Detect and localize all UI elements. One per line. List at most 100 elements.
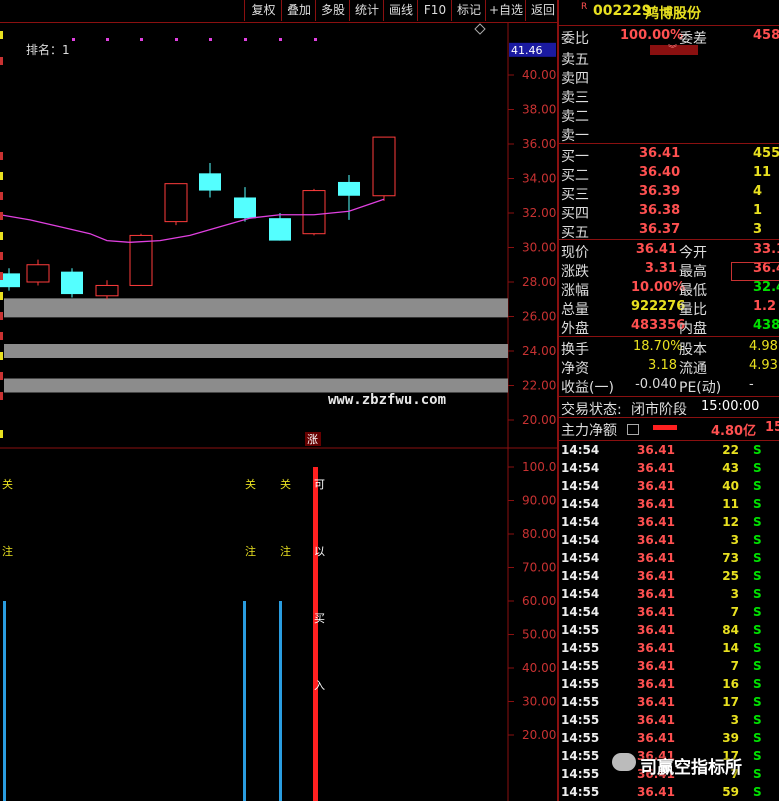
indicator-bar bbox=[243, 601, 246, 801]
candle-body bbox=[26, 264, 50, 283]
trade-row: 14:54 36.41 11 S bbox=[559, 495, 779, 513]
trade-row: 14:55 36.41 84 S bbox=[559, 621, 779, 639]
trade-price: 36.41 bbox=[637, 605, 675, 619]
trade-row: 14:55 36.41 7 S bbox=[559, 657, 779, 675]
candle-body bbox=[234, 197, 256, 219]
stock-header: R 002229 鸿博股份 bbox=[559, 2, 779, 22]
signal-bottom: 注 bbox=[245, 544, 256, 558]
signal-dot bbox=[140, 38, 143, 41]
trade-status-value: 闭市阶段 bbox=[631, 402, 687, 418]
trade-time: 14:54 bbox=[561, 461, 600, 475]
trade-side: S bbox=[753, 461, 762, 475]
quote-value: 36.41 bbox=[635, 242, 677, 257]
buy-price: 36.41 bbox=[639, 146, 681, 161]
weicha-value: 4582 bbox=[753, 28, 779, 43]
signal-dot bbox=[106, 38, 109, 41]
toolbar-button-7[interactable]: +自选 bbox=[485, 0, 526, 21]
trade-row: 14:54 36.41 12 S bbox=[559, 513, 779, 531]
trade-row: 14:55 36.41 3 S bbox=[559, 711, 779, 729]
trade-row: 14:54 36.41 7 S bbox=[559, 603, 779, 621]
candle-body bbox=[129, 234, 153, 286]
quote-value: 10.00% bbox=[631, 280, 686, 295]
signal-dot bbox=[279, 38, 282, 41]
buy-price: 36.38 bbox=[639, 203, 681, 218]
buy-row: 买五 36.37 3 bbox=[559, 221, 779, 241]
quote-value: 43892 bbox=[753, 318, 779, 333]
trade-price: 36.41 bbox=[637, 587, 675, 601]
chart-toolbar: 复权 叠加 多股 统计 画线 F10 标记 +自选 返回 bbox=[0, 0, 558, 23]
indicator-bar bbox=[3, 601, 6, 801]
signal-bottom: 注 bbox=[2, 544, 13, 558]
indicator-axis-label: 50.00 bbox=[522, 628, 556, 642]
edge-mark bbox=[0, 192, 3, 200]
toolbar-button-6[interactable]: 标记 bbox=[451, 0, 486, 21]
toolbar-button-1[interactable]: 叠加 bbox=[281, 0, 316, 21]
trade-price: 36.41 bbox=[637, 695, 675, 709]
price-axis-label: 28.00 bbox=[522, 275, 556, 289]
trade-status-label: 交易状态: bbox=[561, 402, 622, 418]
signal-dot bbox=[72, 38, 75, 41]
trade-side: S bbox=[753, 659, 762, 673]
trade-side: S bbox=[753, 605, 762, 619]
quote-label: 现价 bbox=[561, 245, 589, 261]
trade-row: 14:55 36.41 16 S bbox=[559, 675, 779, 693]
toolbar-button-0[interactable]: 复权 bbox=[244, 0, 282, 21]
trade-time: 14:55 bbox=[561, 767, 600, 781]
price-axis-label: 24.00 bbox=[522, 344, 556, 358]
trade-row: 14:55 36.41 14 S bbox=[559, 639, 779, 657]
candle-body bbox=[269, 218, 291, 241]
edge-mark bbox=[0, 57, 3, 65]
stats-label: 换手 bbox=[561, 342, 589, 358]
trade-side: S bbox=[753, 443, 762, 457]
trade-time: 14:55 bbox=[561, 659, 600, 673]
price-tag: 41.46 bbox=[511, 44, 543, 57]
candle-body bbox=[199, 173, 221, 191]
edge-mark bbox=[0, 272, 3, 280]
price-axis-label: 40.00 bbox=[522, 68, 556, 82]
trade-side: S bbox=[753, 623, 762, 637]
quote-label: 涨幅 bbox=[561, 283, 589, 299]
edge-mark bbox=[0, 312, 3, 320]
trade-volume: 3 bbox=[730, 587, 739, 601]
trade-price: 36.41 bbox=[637, 515, 675, 529]
trade-time: 14:55 bbox=[561, 785, 600, 799]
weibi-label: 委比 bbox=[561, 31, 589, 47]
divider bbox=[559, 396, 779, 397]
stats-label: 流通 bbox=[679, 361, 707, 377]
chart-area: 40.00 38.00 36.00 34.00 32.00 30.00 28.00 26.00… bbox=[0, 22, 558, 801]
trade-side: S bbox=[753, 749, 762, 763]
trade-volume: 39 bbox=[722, 731, 739, 745]
indicator-axis-label: 30.00 bbox=[522, 695, 556, 709]
divider bbox=[559, 239, 779, 240]
weibi-value: 100.00% bbox=[620, 28, 684, 43]
toolbar-button-4[interactable]: 画线 bbox=[383, 0, 418, 21]
toolbar-button-8[interactable]: 返回 bbox=[525, 0, 560, 21]
buy-signal-char: 入 bbox=[314, 679, 325, 692]
toolbar-button-5[interactable]: F10 bbox=[417, 0, 452, 21]
toolbar-button-3[interactable]: 统计 bbox=[349, 0, 384, 21]
trade-time: 14:54 bbox=[561, 551, 600, 565]
divider bbox=[559, 143, 779, 144]
gray-band bbox=[4, 378, 508, 393]
edge-mark bbox=[0, 292, 3, 300]
sell-row: 卖五 bbox=[559, 48, 779, 68]
quote-value: 483356 bbox=[631, 318, 686, 333]
trade-time: 14:55 bbox=[561, 641, 600, 655]
trade-volume: 11 bbox=[722, 497, 739, 511]
buy-volume: 4 bbox=[753, 184, 763, 199]
signal-dot bbox=[314, 38, 317, 41]
signal-dot bbox=[244, 38, 247, 41]
trade-time: 14:54 bbox=[561, 479, 600, 493]
price-axis-label: 30.00 bbox=[522, 241, 556, 255]
stats-label: 净资 bbox=[561, 361, 589, 377]
trade-time: 14:55 bbox=[561, 731, 600, 745]
buy-label: 买一 bbox=[561, 149, 589, 165]
net-flow-bar bbox=[653, 425, 677, 430]
edge-mark bbox=[0, 372, 3, 380]
trade-side: S bbox=[753, 677, 762, 691]
gray-band bbox=[4, 344, 508, 358]
r-mark: R bbox=[581, 2, 588, 12]
toolbar-button-2[interactable]: 多股 bbox=[315, 0, 350, 21]
price-axis-label: 26.00 bbox=[522, 310, 556, 324]
list-icon[interactable] bbox=[627, 424, 639, 435]
